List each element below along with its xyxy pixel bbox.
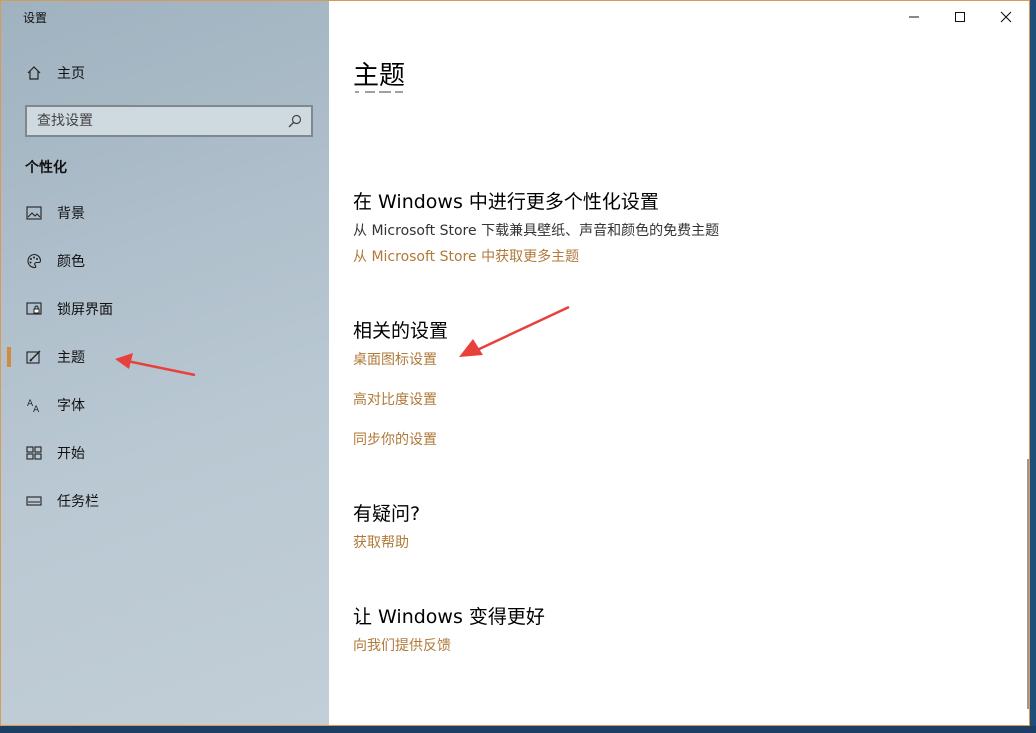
high-contrast-settings-link[interactable]: 高对比度设置 bbox=[353, 389, 437, 409]
sidebar-item-label: 主题 bbox=[57, 350, 85, 366]
section-title: 个性化 bbox=[25, 160, 67, 176]
sidebar-item-home[interactable]: 主页 bbox=[1, 53, 329, 93]
sidebar-item-fonts[interactable]: AA 字体 bbox=[1, 385, 329, 425]
sidebar-item-background[interactable]: 背景 bbox=[1, 193, 329, 233]
palette-icon bbox=[25, 252, 43, 270]
annotation-arrow-icon bbox=[459, 305, 570, 357]
page-title: 主题 bbox=[353, 61, 406, 91]
more-personalization-heading: 在 Windows 中进行更多个性化设置 bbox=[353, 191, 659, 213]
get-more-themes-link[interactable]: 从 Microsoft Store 中获取更多主题 bbox=[353, 246, 579, 266]
taskbar-icon bbox=[25, 492, 43, 510]
maximize-icon bbox=[955, 12, 965, 22]
sidebar-item-lock-screen[interactable]: 锁屏界面 bbox=[1, 289, 329, 329]
sidebar-item-colors[interactable]: 颜色 bbox=[1, 241, 329, 281]
desktop-icon-settings-link[interactable]: 桌面图标设置 bbox=[353, 349, 437, 369]
sidebar-item-label: 背景 bbox=[57, 206, 85, 222]
scrolled-text-fragment bbox=[353, 89, 413, 99]
sync-settings-link[interactable]: 同步你的设置 bbox=[353, 429, 437, 449]
picture-icon bbox=[25, 204, 43, 222]
minimize-icon bbox=[909, 16, 919, 18]
sidebar-item-themes[interactable]: 主题 bbox=[1, 337, 329, 377]
related-settings-heading: 相关的设置 bbox=[353, 320, 449, 342]
minimize-button[interactable] bbox=[891, 1, 937, 33]
maximize-button[interactable] bbox=[937, 1, 983, 33]
theme-icon bbox=[25, 348, 43, 366]
sidebar-item-label: 开始 bbox=[57, 446, 85, 462]
give-feedback-link[interactable]: 向我们提供反馈 bbox=[353, 635, 451, 655]
font-icon: AA bbox=[25, 396, 43, 414]
sidebar-item-start[interactable]: 开始 bbox=[1, 433, 329, 473]
sidebar-item-label: 颜色 bbox=[57, 254, 85, 270]
window-title: 设置 bbox=[23, 11, 48, 25]
desktop-background bbox=[0, 726, 1036, 733]
home-icon bbox=[25, 64, 43, 82]
sidebar-item-taskbar[interactable]: 任务栏 bbox=[1, 481, 329, 521]
active-indicator bbox=[7, 347, 11, 367]
sidebar-item-label: 字体 bbox=[57, 398, 85, 414]
get-help-link[interactable]: 获取帮助 bbox=[353, 532, 409, 552]
main-panel: 主题 在 Windows 中进行更多个性化设置 从 Microsoft Stor… bbox=[329, 1, 1029, 725]
settings-window: 设置 主页 个性化 背景 颜色 bbox=[0, 0, 1030, 726]
close-icon bbox=[1000, 11, 1012, 23]
questions-heading: 有疑问? bbox=[353, 503, 421, 525]
improve-windows-heading: 让 Windows 变得更好 bbox=[353, 606, 545, 628]
search-box[interactable] bbox=[25, 105, 313, 137]
scrollbar[interactable] bbox=[1027, 459, 1029, 709]
sidebar: 设置 主页 个性化 背景 颜色 bbox=[1, 1, 329, 725]
desktop-background bbox=[1030, 0, 1036, 733]
search-input[interactable] bbox=[27, 113, 277, 129]
search-icon[interactable] bbox=[287, 113, 303, 129]
lock-screen-icon bbox=[25, 300, 43, 318]
svg-text:A: A bbox=[33, 405, 40, 413]
close-button[interactable] bbox=[983, 1, 1029, 33]
sidebar-item-label: 锁屏界面 bbox=[57, 302, 113, 318]
sidebar-item-label: 主页 bbox=[57, 66, 85, 82]
more-personalization-description: 从 Microsoft Store 下载兼具壁纸、声音和颜色的免费主题 bbox=[353, 223, 720, 239]
sidebar-item-label: 任务栏 bbox=[57, 494, 99, 510]
start-icon bbox=[25, 444, 43, 462]
